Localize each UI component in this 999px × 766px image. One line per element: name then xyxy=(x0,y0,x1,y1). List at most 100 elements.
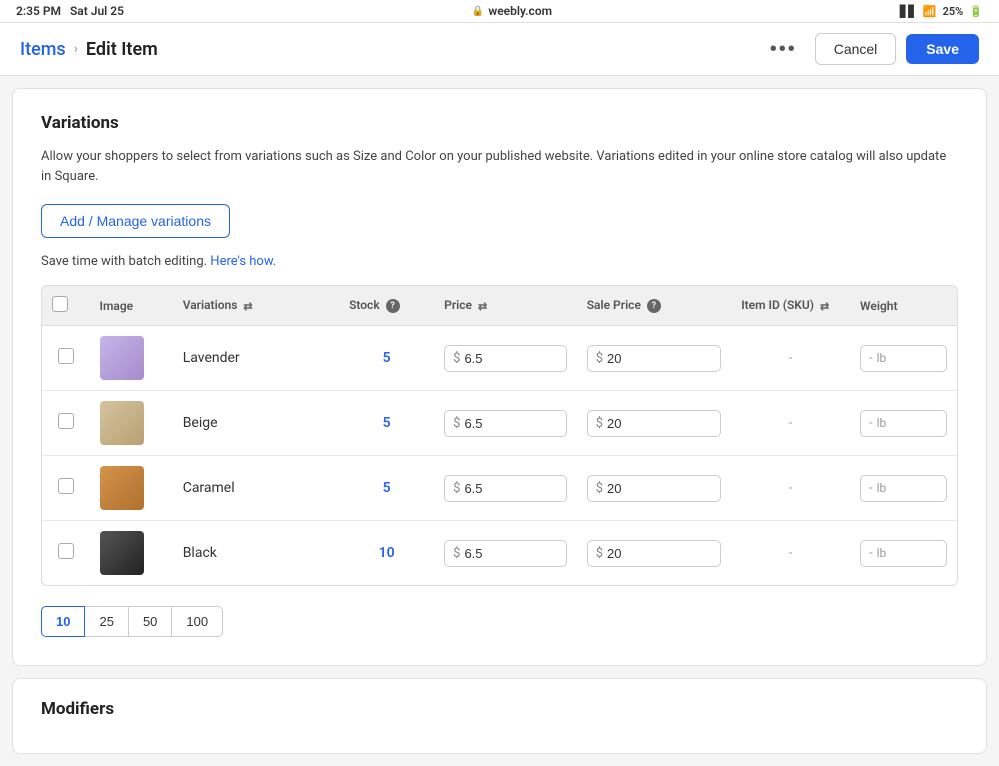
variations-description: Allow your shoppers to select from varia… xyxy=(41,147,958,186)
table-header-row: Image Variations ⇄ Stock ? Price ⇄ xyxy=(42,286,957,326)
breadcrumb-items-link[interactable]: Items xyxy=(20,39,66,60)
item-id-sort-icon[interactable]: ⇄ xyxy=(820,300,829,313)
row-stock-value[interactable]: 5 xyxy=(349,480,424,496)
row-variation-name-cell: Black xyxy=(173,521,339,586)
price-sort-icon[interactable]: ⇄ xyxy=(478,300,487,313)
main-content: Variations Allow your shoppers to select… xyxy=(0,88,999,754)
modifiers-section: Modifiers xyxy=(12,678,987,754)
price-input[interactable] xyxy=(464,416,524,431)
row-price-cell: $ xyxy=(434,326,577,391)
row-variation-name: Lavender xyxy=(183,350,240,366)
row-image-cell xyxy=(90,326,173,391)
save-button[interactable]: Save xyxy=(906,34,979,64)
sale-price-input[interactable] xyxy=(607,351,667,366)
row-checkbox[interactable] xyxy=(58,478,74,494)
row-weight-cell: - lb xyxy=(850,456,957,521)
row-weight-cell: - lb xyxy=(850,391,957,456)
row-stock-value[interactable]: 5 xyxy=(349,415,424,431)
table-row: Caramel 5 $ $ - - xyxy=(42,456,957,521)
row-image xyxy=(100,466,144,510)
row-sale-price-cell: $ xyxy=(577,521,731,586)
row-checkbox-cell[interactable] xyxy=(42,456,90,521)
th-select-all[interactable] xyxy=(42,286,90,326)
more-options-button[interactable]: ••• xyxy=(762,34,805,65)
table-row: Beige 5 $ $ - - xyxy=(42,391,957,456)
weight-unit: lb xyxy=(877,416,887,430)
sale-price-symbol: $ xyxy=(596,481,603,496)
signal-icon: ▋▋ xyxy=(900,5,917,18)
weight-wrapper: - lb xyxy=(860,410,947,437)
variations-section: Variations Allow your shoppers to select… xyxy=(12,88,987,666)
variations-sort-icon[interactable]: ⇄ xyxy=(243,300,252,313)
pagination-btn-50[interactable]: 50 xyxy=(128,606,172,637)
wifi-icon: 📶 xyxy=(923,5,937,18)
select-all-checkbox[interactable] xyxy=(52,296,68,312)
price-input-wrapper: $ xyxy=(444,540,567,567)
price-symbol: $ xyxy=(453,481,460,496)
row-checkbox-cell[interactable] xyxy=(42,326,90,391)
pagination-btn-10[interactable]: 10 xyxy=(41,606,85,637)
price-input-wrapper: $ xyxy=(444,410,567,437)
row-item-id-cell: - xyxy=(731,326,850,391)
row-stock-cell[interactable]: 5 xyxy=(339,391,434,456)
pagination-btn-25[interactable]: 25 xyxy=(84,606,128,637)
th-image: Image xyxy=(90,286,173,326)
weight-value: - xyxy=(869,546,873,561)
row-checkbox-cell[interactable] xyxy=(42,391,90,456)
row-price-cell: $ xyxy=(434,521,577,586)
row-sale-price-cell: $ xyxy=(577,391,731,456)
batch-edit-text: Save time with batch editing. Here's how… xyxy=(41,254,958,269)
variations-table: Image Variations ⇄ Stock ? Price ⇄ xyxy=(42,286,957,585)
row-image-cell xyxy=(90,521,173,586)
row-variation-name: Black xyxy=(183,545,217,561)
weight-value: - xyxy=(869,351,873,366)
pagination-btn-100[interactable]: 100 xyxy=(171,606,223,637)
price-input[interactable] xyxy=(464,481,524,496)
status-bar: 2:35 PM Sat Jul 25 🔒 weebly.com ▋▋ 📶 25%… xyxy=(0,0,999,23)
page-title: Edit Item xyxy=(86,39,158,60)
sale-price-help-icon: ? xyxy=(647,299,661,313)
variations-table-wrapper: Image Variations ⇄ Stock ? Price ⇄ xyxy=(41,285,958,586)
variations-title: Variations xyxy=(41,113,958,133)
weight-value: - xyxy=(869,416,873,431)
row-checkbox[interactable] xyxy=(58,348,74,364)
row-stock-cell[interactable]: 10 xyxy=(339,521,434,586)
row-stock-cell[interactable]: 5 xyxy=(339,456,434,521)
weight-value: - xyxy=(869,481,873,496)
sale-price-wrapper: $ xyxy=(587,540,721,567)
stock-help-icon: ? xyxy=(386,299,400,313)
status-url: 🔒 weebly.com xyxy=(472,4,552,18)
row-item-id-cell: - xyxy=(731,521,850,586)
row-stock-value[interactable]: 5 xyxy=(349,350,424,366)
row-stock-value[interactable]: 10 xyxy=(349,545,424,561)
sale-price-symbol: $ xyxy=(596,546,603,561)
row-variation-name: Beige xyxy=(183,415,218,431)
price-symbol: $ xyxy=(453,351,460,366)
lock-icon: 🔒 xyxy=(472,6,484,17)
add-manage-variations-button[interactable]: Add / Manage variations xyxy=(41,204,230,238)
row-image xyxy=(100,336,144,380)
row-checkbox-cell[interactable] xyxy=(42,521,90,586)
sale-price-input[interactable] xyxy=(607,481,667,496)
sale-price-wrapper: $ xyxy=(587,345,721,372)
price-input[interactable] xyxy=(464,351,524,366)
sale-price-input[interactable] xyxy=(607,546,667,561)
sale-price-symbol: $ xyxy=(596,416,603,431)
price-input-wrapper: $ xyxy=(444,475,567,502)
row-checkbox[interactable] xyxy=(58,413,74,429)
nav-actions: ••• Cancel Save xyxy=(762,33,979,65)
row-image xyxy=(100,401,144,445)
batch-edit-link[interactable]: Here's how. xyxy=(210,254,276,269)
weight-wrapper: - lb xyxy=(860,345,947,372)
price-input[interactable] xyxy=(464,546,524,561)
nav-bar: Items › Edit Item ••• Cancel Save xyxy=(0,23,999,76)
row-checkbox[interactable] xyxy=(58,543,74,559)
row-image-cell xyxy=(90,391,173,456)
cancel-button[interactable]: Cancel xyxy=(815,33,897,65)
sale-price-input[interactable] xyxy=(607,416,667,431)
row-stock-cell[interactable]: 5 xyxy=(339,326,434,391)
th-weight: Weight xyxy=(850,286,957,326)
row-item-id: - xyxy=(789,546,793,561)
row-item-id: - xyxy=(789,416,793,431)
row-weight-cell: - lb xyxy=(850,326,957,391)
